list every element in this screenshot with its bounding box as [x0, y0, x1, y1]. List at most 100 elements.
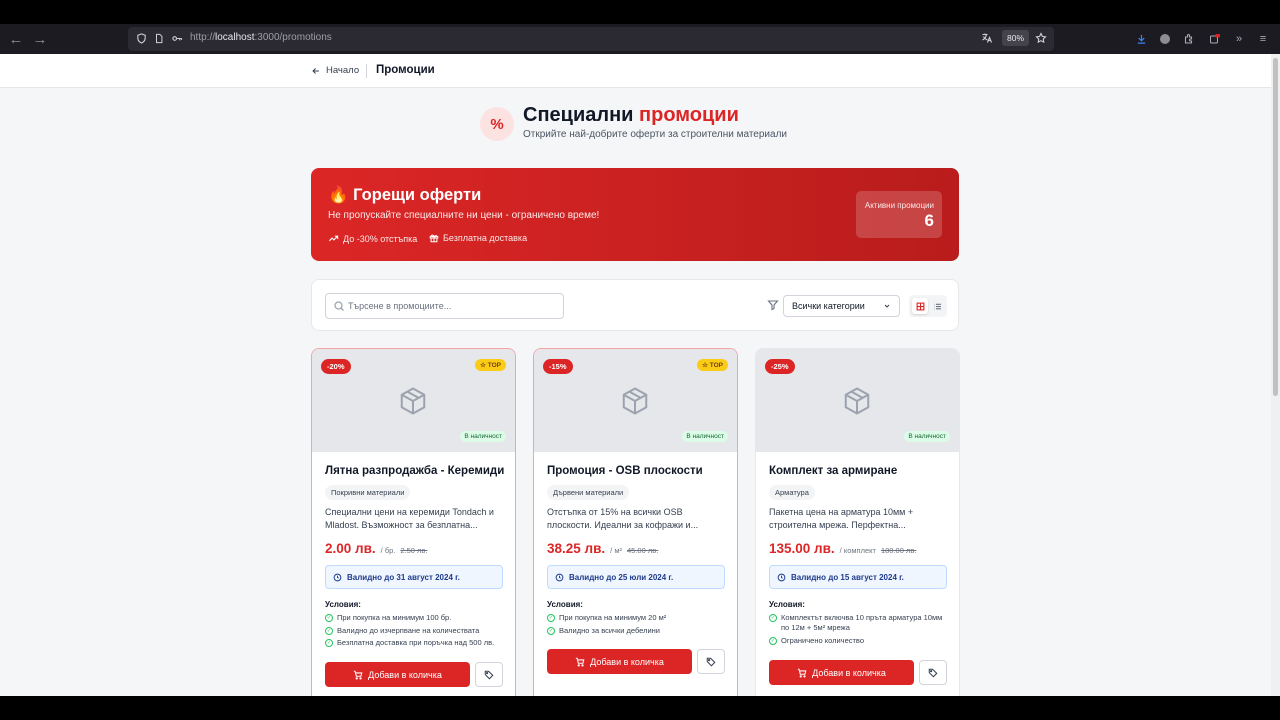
card-title[interactable]: Комплект за армиране: [769, 465, 897, 477]
promotion-card: -20% ☆ TOP В наличност Лятна разпродажба…: [311, 348, 516, 696]
translate-icon[interactable]: [980, 31, 994, 45]
clock-icon: [555, 573, 564, 581]
check-circle-icon: ✓: [769, 614, 777, 622]
category-select[interactable]: Всички категории: [783, 295, 900, 317]
package-icon: [844, 387, 870, 415]
banner-feature-discount-label: До -30% отстъпка: [343, 233, 418, 244]
tag-button[interactable]: [697, 649, 725, 674]
hero-title-main: Специални: [523, 104, 634, 126]
validity-box: Валидно до 25 юли 2024 г.: [547, 565, 725, 589]
tag-button[interactable]: [919, 660, 947, 685]
card-description: Специални цени на керемиди Tondach и Mla…: [325, 507, 494, 530]
condition-text: При покупка на минимум 100 бр.: [337, 613, 452, 622]
download-icon[interactable]: [1133, 31, 1149, 47]
package-icon: [400, 387, 426, 415]
grid-view-button[interactable]: [912, 298, 928, 314]
price: 38.25 лв.: [547, 541, 606, 556]
page-icon: [152, 31, 166, 45]
stock-badge: В наличност: [460, 431, 506, 442]
price-row: 38.25 лв. / м² 45.00 лв.: [547, 541, 658, 556]
add-to-cart-button[interactable]: Добави в количка: [325, 662, 470, 687]
conditions-list: ✓ При покупка на минимум 100 бр. ✓ Валидно…: [325, 613, 507, 651]
add-to-cart-button[interactable]: Добави в количка: [769, 660, 914, 685]
cart-icon: [575, 657, 585, 666]
menu-icon[interactable]: ≡: [1255, 31, 1271, 47]
category-badge: Дървени материали: [547, 485, 630, 500]
check-circle-icon: ✓: [769, 636, 777, 645]
validity-text: Валидно до 25 юли 2024 г.: [569, 572, 674, 582]
url-text[interactable]: http://localhost:3000/promotions: [190, 32, 332, 43]
condition-text: Валидно за всички дебелини: [559, 625, 661, 635]
search-box[interactable]: [325, 293, 564, 319]
conditions-list: ✓ Комплектът включва 10 пръта арматура 10…: [769, 613, 951, 648]
clock-icon: [333, 573, 342, 581]
search-icon: [334, 301, 344, 311]
condition-text: Безплатна доставка при поръчка над 500 л…: [337, 638, 495, 647]
extensions-icon[interactable]: [1181, 31, 1197, 47]
account-icon[interactable]: [1157, 31, 1173, 47]
grid-icon: [916, 302, 924, 310]
cart-icon: [353, 670, 363, 679]
card-title[interactable]: Промоция - OSB плоскости: [547, 465, 703, 477]
addon-icon[interactable]: [1207, 31, 1223, 47]
banner-title-text: Горещи оферти: [353, 186, 482, 204]
back-link[interactable]: Начало: [311, 65, 359, 76]
header-divider: [366, 64, 367, 78]
conditions-title: Условия:: [325, 600, 361, 609]
back-arrow-icon[interactable]: ←: [4, 27, 28, 51]
trending-up-icon: [328, 235, 339, 242]
vertical-scrollbar[interactable]: [1271, 54, 1280, 696]
check-circle-icon: ✓: [325, 626, 333, 635]
category-select-value: Всички категории: [792, 301, 865, 311]
search-input[interactable]: [348, 298, 558, 314]
add-to-cart-button[interactable]: Добави в количка: [547, 649, 692, 674]
check-circle-icon: ✓: [547, 614, 555, 622]
cart-icon: [797, 668, 807, 677]
filters-bar: Всички категории: [311, 279, 959, 331]
key-icon[interactable]: [170, 31, 184, 45]
list-view-button[interactable]: [929, 298, 945, 314]
fire-icon: 🔥: [328, 186, 349, 204]
price-unit: / комплект: [839, 546, 876, 555]
validity-box: Валидно до 15 август 2024 г.: [769, 565, 947, 589]
banner-subtitle: Не пропускайте специалните ни цени - огр…: [328, 210, 600, 221]
validity-box: Валидно до 31 август 2024 г.: [325, 565, 503, 589]
active-promotions-count: 6: [924, 211, 934, 230]
condition-item: ✓ Валидно до изчерпване на количествата: [325, 626, 507, 636]
top-badge: ☆ TOP: [697, 359, 728, 371]
star-icon[interactable]: [1034, 31, 1048, 45]
forward-arrow-icon[interactable]: →: [28, 27, 52, 51]
top-badge: ☆ TOP: [475, 359, 506, 371]
overflow-chevron-icon[interactable]: »: [1231, 31, 1247, 47]
scrollbar-thumb[interactable]: [1273, 58, 1278, 396]
shield-icon[interactable]: [134, 31, 148, 45]
address-bar[interactable]: http://localhost:3000/promotions 80%: [128, 27, 1054, 51]
condition-text: Валидно до изчерпване на количествата: [337, 625, 480, 635]
price: 135.00 лв.: [769, 541, 835, 556]
card-description: Пакетна цена на арматура 10мм + строител…: [769, 507, 914, 530]
os-bottom-strip: [0, 696, 1280, 720]
list-icon: [933, 303, 941, 309]
condition-item: ✓ При покупка на минимум 20 м²: [547, 613, 729, 623]
promotion-card: -15% ☆ TOP В наличност Промоция - OSB пл…: [533, 348, 738, 696]
product-image: -15% ☆ TOP В наличност: [534, 349, 737, 452]
price-row: 135.00 лв. / комплект 180.00 лв.: [769, 541, 916, 556]
condition-item: ✓ При покупка на минимум 100 бр.: [325, 613, 507, 623]
hero-title: Специални промоции: [523, 104, 739, 127]
old-price: 45.00 лв.: [627, 546, 659, 555]
hot-offers-banner: 🔥 Горещи оферти Не пропускайте специални…: [311, 168, 959, 261]
view-toggle: [909, 295, 947, 317]
discount-badge: -20%: [321, 359, 351, 374]
add-to-cart-label: Добави в количка: [812, 667, 886, 678]
filter-icon: [767, 300, 779, 311]
tag-icon: [484, 670, 494, 679]
tag-button[interactable]: [475, 662, 503, 687]
category-badge: Покривни материали: [325, 485, 411, 500]
card-title[interactable]: Лятна разпродажба - Керемиди: [325, 465, 504, 477]
stock-badge: В наличност: [682, 431, 728, 442]
zoom-level[interactable]: 80%: [1002, 30, 1030, 46]
price: 2.00 лв.: [325, 541, 376, 556]
condition-item: ✓ Ограничено количество: [769, 636, 951, 646]
banner-feature-delivery: Безплатна доставка: [429, 233, 527, 243]
check-circle-icon: ✓: [325, 639, 333, 647]
